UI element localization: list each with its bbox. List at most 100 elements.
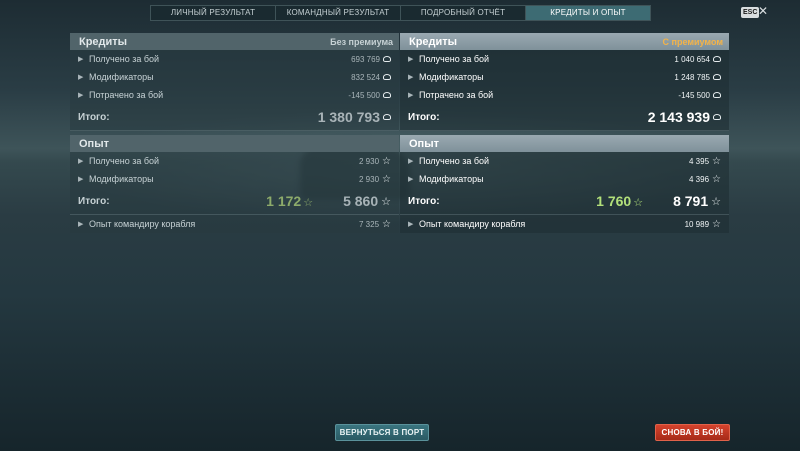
row-value: 1 248 785 (674, 72, 710, 82)
credits-coin-icon (383, 92, 391, 98)
xp-star-icon: ☆ (382, 155, 391, 167)
row-label: Потрачено за бой (419, 90, 494, 100)
tab-personal-result[interactable]: ЛИЧНЫЙ РЕЗУЛЬТАТ (151, 6, 276, 20)
row-label: Получено за бой (419, 156, 490, 166)
free-xp-star-icon: ☆ (303, 197, 314, 209)
row-value: 1 040 654 (674, 54, 710, 64)
row-label: Модификаторы (419, 72, 484, 82)
free-xp-value: 1 172 ☆ (266, 193, 313, 209)
row-label: Модификаторы (89, 174, 154, 184)
row-value: 2 930 (359, 156, 380, 166)
total-value: 1 380 793 (317, 109, 380, 125)
credits-title: Кредиты (409, 35, 458, 48)
expand-arrow-icon: ▶ (408, 56, 414, 63)
close-icon[interactable]: ✕ (758, 4, 768, 18)
xp-star-icon: ☆ (712, 218, 721, 230)
credits-coin-icon (383, 56, 391, 62)
row-value: 693 769 (351, 54, 380, 64)
xp-star-icon: ☆ (711, 195, 721, 208)
total-value: 2 143 939 (647, 109, 710, 125)
free-xp-number: 1 760 (596, 193, 632, 209)
xp-row-modifiers[interactable]: ▶ Модификаторы 2 930 ☆ (70, 170, 399, 188)
credits-row-modifiers[interactable]: ▶ Модификаторы 832 524 (70, 68, 399, 86)
esc-key-hint: ESC (741, 7, 760, 18)
credits-coin-icon (713, 74, 721, 80)
credits-row-spent[interactable]: ▶ Потрачено за бой -145 500 (400, 86, 729, 104)
xp-row-earned[interactable]: ▶ Получено за бой 2 930 ☆ (70, 152, 399, 170)
free-xp-value: 1 760 ☆ (596, 193, 643, 209)
xp-header: Опыт (400, 135, 729, 152)
credits-coin-icon (713, 92, 721, 98)
row-value: 832 524 (351, 72, 380, 82)
xp-star-icon: ☆ (381, 195, 391, 208)
commander-xp-row[interactable]: ▶ Опыт командиру корабля 10 989 ☆ (400, 215, 729, 233)
total-value: 8 791 (673, 193, 709, 209)
row-value: 7 325 (359, 219, 380, 229)
expand-arrow-icon: ▶ (408, 74, 414, 81)
row-label: Получено за бой (89, 54, 160, 64)
credits-row-earned[interactable]: ▶ Получено за бой 1 040 654 (400, 50, 729, 68)
row-value: 4 395 (689, 156, 710, 166)
total-label: Итого: (408, 111, 440, 123)
credits-header: Кредиты Без премиума (70, 33, 399, 50)
total-label: Итого: (78, 195, 110, 207)
total-label: Итого: (408, 195, 440, 207)
row-label: Опыт командиру корабля (89, 219, 196, 229)
tab-team-result[interactable]: КОМАНДНЫЙ РЕЗУЛЬТАТ (276, 6, 401, 20)
credits-rows: ▶ Получено за бой 693 769 ▶ Модификаторы… (70, 50, 399, 131)
free-xp-number: 1 172 (266, 193, 302, 209)
expand-arrow-icon: ▶ (78, 176, 84, 183)
total-value: 5 860 (343, 193, 379, 209)
tab-detailed-report[interactable]: ПОДРОБНЫЙ ОТЧЁТ (401, 6, 526, 20)
expand-arrow-icon: ▶ (408, 158, 414, 165)
expand-arrow-icon: ▶ (78, 56, 84, 63)
credits-total: Итого: 1 380 793 (70, 104, 399, 131)
credits-row-earned[interactable]: ▶ Получено за бой 693 769 (70, 50, 399, 68)
free-xp-star-icon: ☆ (633, 197, 644, 209)
credits-coin-icon (383, 74, 391, 80)
xp-star-icon: ☆ (712, 173, 721, 185)
results-tab-bar: ЛИЧНЫЙ РЕЗУЛЬТАТ КОМАНДНЫЙ РЕЗУЛЬТАТ ПОД… (150, 5, 651, 21)
expand-arrow-icon: ▶ (78, 92, 84, 99)
battle-again-button[interactable]: СНОВА В БОЙ! (655, 424, 730, 441)
row-value: 2 930 (359, 174, 380, 184)
expand-arrow-icon: ▶ (78, 158, 84, 165)
row-label: Модификаторы (89, 72, 154, 82)
credits-header: Кредиты С премиумом (400, 33, 729, 50)
row-label: Получено за бой (419, 54, 490, 64)
panel-without-premium: Кредиты Без премиума ▶ Получено за бой 6… (70, 33, 399, 233)
row-value: 4 396 (689, 174, 710, 184)
row-label: Опыт командиру корабля (419, 219, 526, 229)
xp-total: Итого: 1 760 ☆ 8 791 ☆ (400, 188, 729, 215)
xp-row-modifiers[interactable]: ▶ Модификаторы 4 396 ☆ (400, 170, 729, 188)
row-label: Получено за бой (89, 156, 160, 166)
xp-star-icon: ☆ (712, 155, 721, 167)
xp-row-earned[interactable]: ▶ Получено за бой 4 395 ☆ (400, 152, 729, 170)
credits-rows: ▶ Получено за бой 1 040 654 ▶ Модификато… (400, 50, 729, 131)
credits-total: Итого: 2 143 939 (400, 104, 729, 131)
expand-arrow-icon: ▶ (408, 92, 414, 99)
total-label: Итого: (78, 111, 110, 123)
credits-coin-icon (713, 56, 721, 62)
credits-title: Кредиты (79, 35, 128, 48)
xp-title: Опыт (409, 137, 439, 150)
credits-row-modifiers[interactable]: ▶ Модификаторы 1 248 785 (400, 68, 729, 86)
xp-star-icon: ☆ (382, 218, 391, 230)
xp-star-icon: ☆ (382, 173, 391, 185)
return-to-port-button[interactable]: ВЕРНУТЬСЯ В ПОРТ (335, 424, 429, 441)
credits-coin-icon (383, 114, 391, 120)
xp-header: Опыт (70, 135, 399, 152)
expand-arrow-icon: ▶ (78, 221, 84, 228)
credits-row-spent[interactable]: ▶ Потрачено за бой -145 500 (70, 86, 399, 104)
expand-arrow-icon: ▶ (78, 74, 84, 81)
xp-title: Опыт (79, 137, 109, 150)
xp-rows: ▶ Получено за бой 4 395 ☆ ▶ Модификаторы… (400, 152, 729, 233)
commander-xp-row[interactable]: ▶ Опыт командиру корабля 7 325 ☆ (70, 215, 399, 233)
row-label: Потрачено за бой (89, 90, 164, 100)
credits-coin-icon (713, 114, 721, 120)
tab-credits-and-xp[interactable]: КРЕДИТЫ И ОПЫТ (526, 6, 650, 20)
expand-arrow-icon: ▶ (408, 176, 414, 183)
row-value: -145 500 (348, 90, 380, 100)
with-premium-label: С премиумом (662, 36, 723, 47)
without-premium-label: Без премиума (330, 36, 393, 47)
